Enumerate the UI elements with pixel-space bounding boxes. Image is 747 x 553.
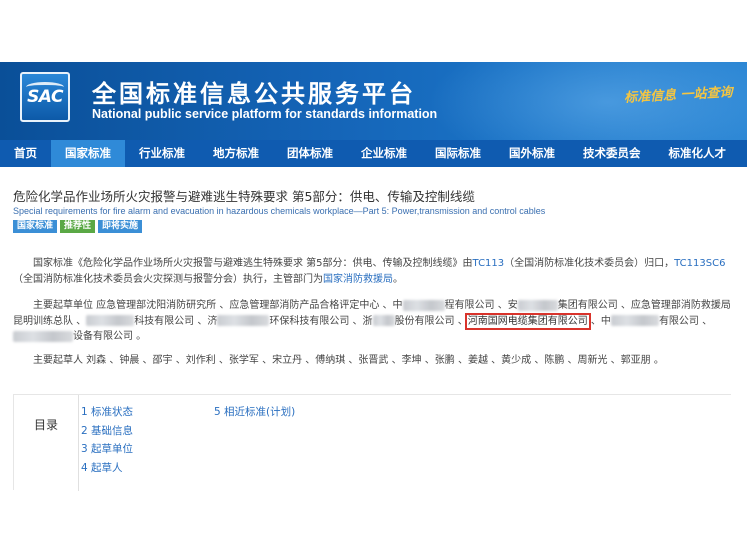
toc-link-drafters[interactable]: 4 起草人 bbox=[81, 459, 133, 478]
nav-item-group-standards[interactable]: 团体标准 bbox=[273, 140, 347, 167]
redacted-text bbox=[86, 315, 135, 326]
toc-link-basic-info[interactable]: 2 基础信息 bbox=[81, 422, 133, 441]
redacted-text bbox=[610, 315, 659, 326]
nav-item-standardization-talent[interactable]: 标准化人才 bbox=[655, 140, 741, 167]
units-text-5: 环保科技有限公司 、浙 bbox=[269, 315, 373, 327]
standard-badges: 国家标准 推荐性 即将实施 bbox=[13, 220, 143, 233]
link-department[interactable]: 国家消防救援局 bbox=[323, 274, 393, 285]
badge-upcoming: 即将实施 bbox=[98, 220, 143, 233]
nav-item-enterprise-standards[interactable]: 企业标准 bbox=[347, 140, 421, 167]
toc-link-drafting-units[interactable]: 3 起草单位 bbox=[81, 440, 133, 459]
intro-text-1: 国家标准《危险化学品作业场所火灾报警与避难逃生特殊要求 第5部分：供电、传输及控… bbox=[33, 258, 473, 269]
site-title-en: National public service platform for sta… bbox=[92, 107, 438, 121]
nav-item-national-standards[interactable]: 国家标准 bbox=[51, 140, 125, 167]
toc-column-2: 5 相近标准(计划) bbox=[214, 403, 295, 422]
units-text-2: 程有限公司 、安 bbox=[444, 300, 518, 311]
badge-national-standard: 国家标准 bbox=[13, 220, 58, 233]
redacted-text bbox=[402, 299, 445, 311]
intro-text-3: （全国消防标准化技术委员会火灾探测与报警分会）执行，主管部门为 bbox=[13, 273, 323, 285]
sac-logo[interactable]: SAC bbox=[20, 72, 70, 122]
main-nav: 首页 国家标准 行业标准 地方标准 团体标准 企业标准 国际标准 国外标准 技术… bbox=[0, 140, 747, 167]
intro-text-2: （全国消防标准化技术委员会）归口， bbox=[504, 258, 675, 269]
nav-item-foreign-standards[interactable]: 国外标准 bbox=[495, 140, 569, 167]
units-text-9: 设备有限公司 。 bbox=[73, 331, 147, 342]
nav-item-industry-standards[interactable]: 行业标准 bbox=[125, 140, 199, 167]
site-title-cn: 全国标准信息公共服务平台 bbox=[92, 80, 416, 108]
units-text-1: 主要起草单位 应急管理部沈阳消防研究所 、应急管理部消防产品合格评定中心 、中 bbox=[33, 300, 403, 311]
link-tc113[interactable]: TC113 bbox=[473, 258, 505, 269]
table-of-contents: 目录 1 标准状态 2 基础信息 3 起草单位 4 起草人 5 相近标准(计划) bbox=[13, 394, 731, 491]
drafters-paragraph: 主要起草人 刘森 、钟晨 、邵宇 、刘作利 、张学军 、宋立丹 、傅纳琪 、张晋… bbox=[33, 355, 664, 366]
redacted-text bbox=[517, 299, 558, 311]
units-text-6: 股份有限公司 、 bbox=[394, 315, 468, 327]
logo-swoosh-icon bbox=[26, 82, 64, 92]
standard-title-en: Special requirements for fire alarm and … bbox=[13, 206, 546, 216]
nav-item-international-standards[interactable]: 国际标准 bbox=[421, 140, 495, 167]
badge-recommended: 推荐性 bbox=[60, 220, 96, 233]
units-text-4: 科技有限公司 、济 bbox=[134, 315, 218, 327]
units-text-8: 有限公司 、 bbox=[658, 315, 713, 327]
site-banner: SAC 全国标准信息公共服务平台 National public service… bbox=[0, 62, 747, 140]
nav-item-local-standards[interactable]: 地方标准 bbox=[199, 140, 273, 167]
nav-item-technical-committees[interactable]: 技术委员会 bbox=[569, 140, 655, 167]
redacted-text bbox=[13, 330, 73, 342]
toc-column-1: 1 标准状态 2 基础信息 3 起草单位 4 起草人 bbox=[81, 403, 133, 477]
units-text-7: 、中 bbox=[587, 315, 611, 327]
intro-paragraph: 国家标准《危险化学品作业场所火灾报警与避难逃生特殊要求 第5部分：供电、传输及控… bbox=[13, 256, 735, 287]
redacted-text bbox=[217, 315, 270, 326]
toc-link-similar-standards[interactable]: 5 相近标准(计划) bbox=[214, 403, 295, 422]
toc-link-standard-status[interactable]: 1 标准状态 bbox=[81, 403, 133, 422]
link-tc113sc6[interactable]: TC113SC6 bbox=[674, 258, 725, 269]
highlighted-company: 河南国网电缆集团有限公司 bbox=[464, 312, 591, 330]
standard-title-cn: 危险化学品作业场所火灾报警与避难逃生特殊要求 第5部分：供电、传输及控制线缆 bbox=[13, 189, 475, 204]
intro-text-4: 。 bbox=[393, 273, 403, 285]
redacted-text bbox=[372, 315, 395, 326]
nav-item-home[interactable]: 首页 bbox=[0, 140, 51, 167]
toc-label: 目录 bbox=[14, 395, 79, 491]
drafting-units-paragraph: 主要起草单位 应急管理部沈阳消防研究所 、应急管理部消防产品合格评定中心 、中 程… bbox=[13, 298, 735, 345]
